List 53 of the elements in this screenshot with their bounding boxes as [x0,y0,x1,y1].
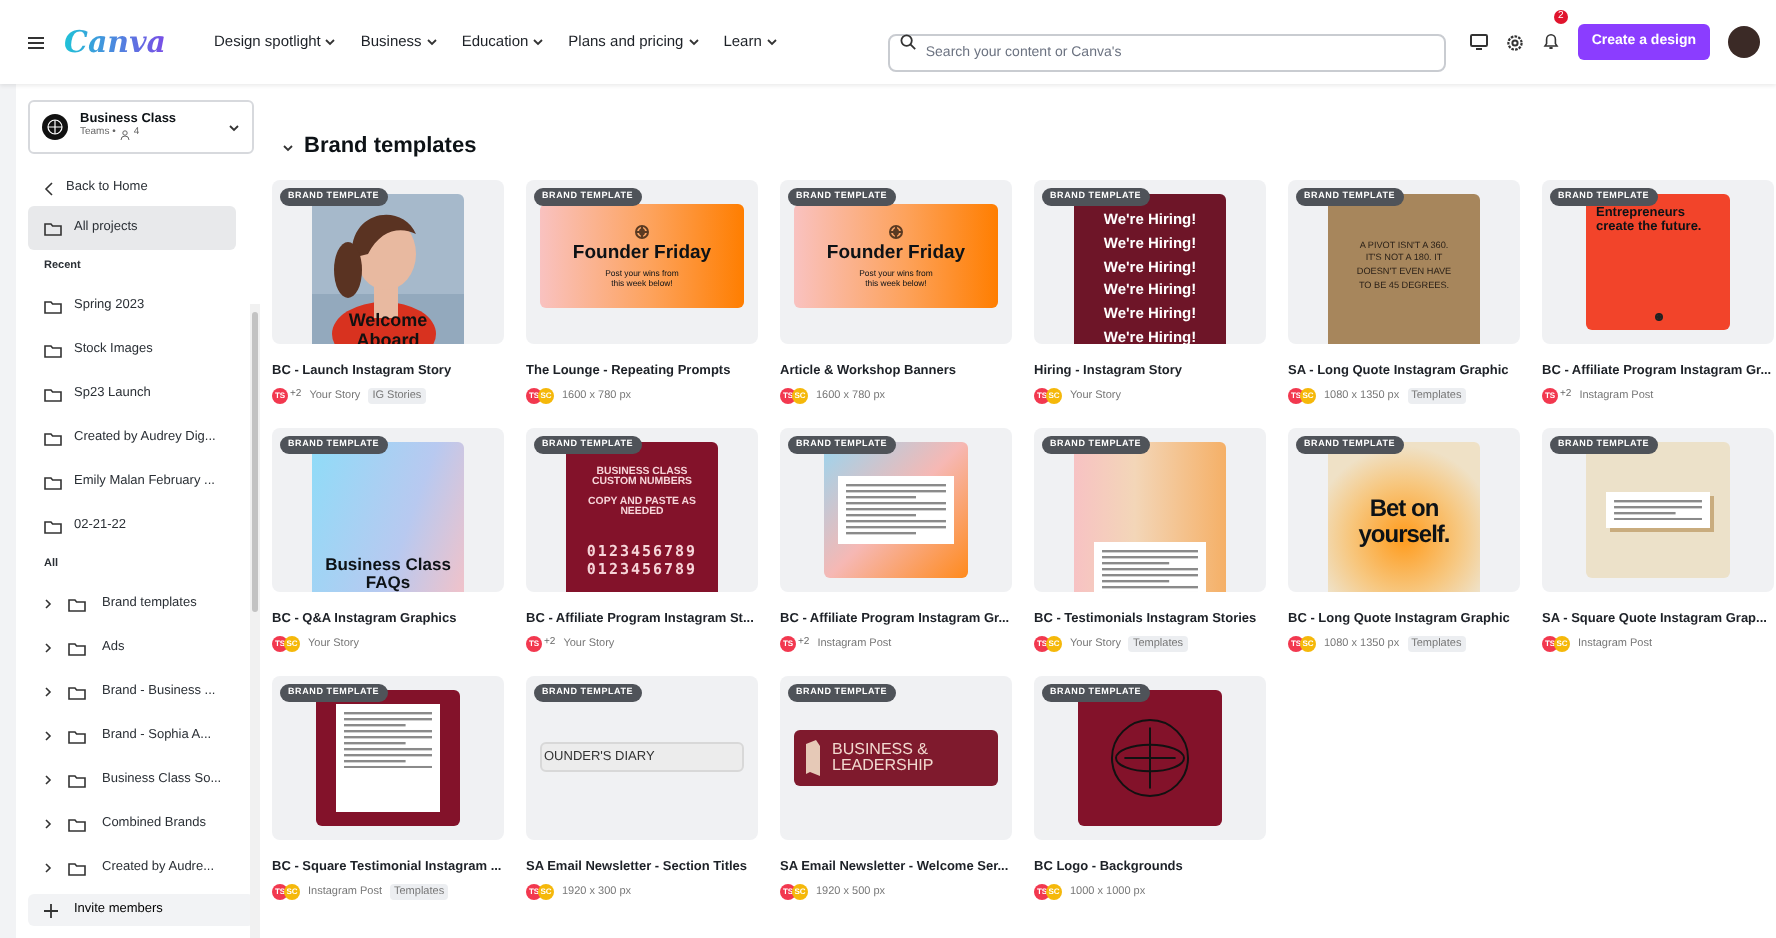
settings-icon[interactable] [1505,33,1524,51]
caret-icon [687,36,700,48]
folder-icon [68,597,86,611]
search-icon [899,34,916,50]
chevron-icon[interactable] [44,730,52,742]
folder-icon [44,387,62,401]
caret-icon [765,36,778,48]
monitor-icon[interactable] [1469,34,1488,50]
chevron-icon[interactable] [44,862,52,874]
chevron-icon[interactable] [44,642,52,654]
design-text: BUSINESS & LEADERSHIP [832,741,936,775]
folder-icon [44,475,62,489]
person-icon [119,129,130,140]
folder-icon [68,861,86,875]
chevron-icon[interactable] [282,141,294,153]
design-text: Bet on yourself. [1356,496,1452,548]
caret-icon [425,36,438,48]
plus-icon [44,903,58,917]
bell-icon[interactable] [1541,32,1560,51]
folder-icon [44,519,62,533]
chevron-icon[interactable] [44,598,52,610]
folder-icon [68,685,86,699]
avatar[interactable] [1728,26,1760,58]
folder-icon [44,299,62,313]
caret-icon [228,121,240,133]
folder-icon [68,773,86,787]
text-lines-drawing [1102,549,1198,592]
folder-icon [44,343,62,357]
design-text: Business Class FAQs [323,556,453,592]
book-icon [804,740,822,776]
design-text: Founder Friday [826,243,966,264]
globe-logo-icon [888,223,904,240]
folder-icon [68,641,86,655]
chevron-icon[interactable] [44,686,52,698]
chevron-icon[interactable] [44,818,52,830]
globe-logo-icon [1110,718,1190,798]
caret-icon [324,36,337,48]
folder-icon [68,817,86,831]
back-icon [44,181,54,195]
folder-icon [44,431,62,445]
text-lines-drawing [344,712,432,769]
scrollbar[interactable] [250,304,260,938]
section-title: Brand templates [304,133,477,161]
menu-icon[interactable] [28,35,44,49]
globe-logo-icon [1653,312,1663,322]
chevron-icon[interactable] [44,774,52,786]
text-lines-drawing [1614,499,1702,521]
folder-icon [68,729,86,743]
caret-icon [532,36,545,48]
design-text: Founder Friday [572,243,712,264]
folder-icon [44,221,62,235]
team-logo-icon [42,114,68,140]
globe-logo-icon [634,223,650,240]
